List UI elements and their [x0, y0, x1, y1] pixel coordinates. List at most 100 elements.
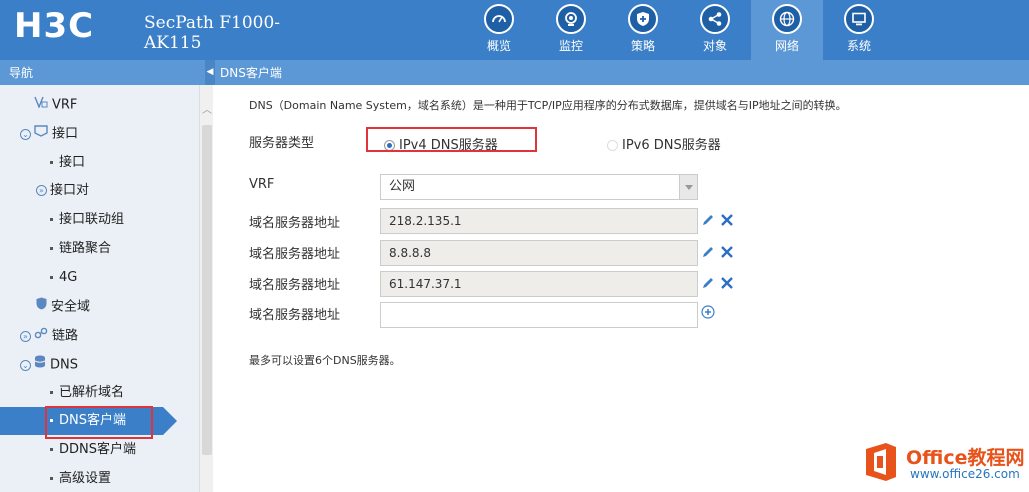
watermark: Office教程网 www.office26.com [862, 439, 1029, 492]
collapse-sidebar-button[interactable]: ◀ [205, 60, 215, 85]
sidebar-item-label: 接口联动组 [59, 212, 125, 227]
server-type-label: 服务器类型 [249, 136, 315, 151]
dns-server-field-4[interactable] [380, 302, 698, 328]
nav-objects-label: 对象 [702, 39, 727, 53]
sidebar-item-advanced-settings[interactable]: 高级设置 [50, 465, 111, 492]
sidebar-item-security-zone[interactable]: 安全域 [36, 293, 90, 321]
watermark-url: www.office26.com [910, 467, 1020, 481]
bullet-icon [50, 448, 53, 451]
scroll-up-icon[interactable]: ︿ [202, 101, 212, 116]
nav-system[interactable]: 系统 [823, 0, 895, 60]
sidebar-active-arrow [163, 407, 177, 435]
bullet-icon [50, 161, 53, 164]
highlight-box-sidebar [45, 406, 153, 439]
database-icon [34, 351, 46, 379]
expand-icon[interactable]: » [20, 330, 31, 342]
bullet-icon [50, 391, 53, 394]
sidebar-scrollbar[interactable]: ︿ [199, 85, 213, 492]
dns-server-field-2[interactable]: 8.8.8.8 [380, 240, 698, 266]
expand-icon[interactable]: ⌄ [20, 359, 31, 371]
sidebar-item-4g[interactable]: 4G [50, 264, 77, 292]
server-address-label-4: 域名服务器地址 [249, 308, 341, 323]
product-name-line2: AK115 [144, 33, 202, 53]
nav-objects[interactable]: 对象 [679, 0, 751, 60]
sidebar-item-interface-pair[interactable]: » 接口对 [36, 177, 89, 205]
delete-icon[interactable] [720, 245, 734, 259]
delete-icon[interactable] [720, 213, 734, 227]
bullet-icon [50, 477, 53, 480]
nav-monitor-label: 监控 [558, 39, 583, 53]
sidebar-item-interface[interactable]: 接口 [50, 149, 85, 177]
nav-system-label: 系统 [846, 39, 871, 53]
sidebar-item-label: 链路聚合 [59, 241, 112, 256]
bullet-icon [50, 276, 53, 279]
expand-icon[interactable]: » [36, 185, 47, 196]
sidebar-item-resolved-domains[interactable]: 已解析域名 [50, 379, 124, 407]
nav-heading: 导航 [9, 66, 34, 80]
sidebar-item-label: 已解析域名 [59, 385, 125, 400]
display-icon [844, 4, 874, 34]
vrf-label: VRF [249, 177, 275, 192]
sidebar-item-label: 接口 [59, 155, 86, 170]
edit-icon[interactable] [701, 213, 715, 227]
edit-icon[interactable] [701, 245, 715, 259]
server-address-label-1: 域名服务器地址 [249, 216, 341, 231]
title-bar: 导航 ◀ DNS客户端 [0, 60, 1029, 85]
monitor-icon [556, 4, 586, 34]
sidebar-item-label: 4G [59, 270, 78, 285]
sidebar-item-ddns-client[interactable]: DDNS客户端 [50, 436, 136, 464]
gauge-icon [484, 4, 514, 34]
nav-overview[interactable]: 概览 [463, 0, 535, 60]
share-icon [700, 4, 730, 34]
server-address-label-3: 域名服务器地址 [249, 278, 341, 293]
nav-overview-label: 概览 [486, 39, 511, 53]
sidebar-item-vrf[interactable]: VRF [34, 91, 77, 119]
nav-network[interactable]: 网络 [751, 0, 823, 60]
nav-policy[interactable]: 策略 [607, 0, 679, 60]
nav-policy-label: 策略 [630, 39, 655, 53]
expand-icon[interactable]: ⌄ [20, 128, 31, 140]
max-servers-note: 最多可以设置6个DNS服务器。 [249, 354, 401, 367]
office-logo-icon [866, 443, 896, 481]
top-header: H3C SecPath F1000- AK115 概览 监控 策略 对象 网络 … [0, 0, 1029, 60]
shield-icon [628, 4, 658, 34]
bullet-icon [50, 218, 53, 221]
sidebar-item-label: 链路 [52, 328, 79, 344]
sidebar-item-interface-linkage[interactable]: 接口联动组 [50, 206, 124, 234]
dns-description: DNS（Domain Name System，域名系统）是一种用于TCP/IP应… [249, 99, 847, 112]
sidebar-item-link-aggregation[interactable]: 链路聚合 [50, 235, 111, 263]
vrf-icon [34, 91, 48, 119]
edit-icon[interactable] [701, 276, 715, 290]
delete-icon[interactable] [720, 276, 734, 290]
nav-network-label: 网络 [774, 39, 799, 53]
shield-icon [36, 293, 47, 321]
sidebar-item-label: VRF [52, 97, 78, 113]
link-icon [34, 322, 48, 350]
dns-server-field-1[interactable]: 218.2.135.1 [380, 208, 698, 234]
sidebar-item-label: 安全域 [51, 299, 91, 315]
h3c-logo: H3C [14, 6, 95, 46]
chevron-down-icon[interactable] [679, 175, 697, 199]
highlight-box-ipv4 [366, 127, 537, 152]
nav-monitor[interactable]: 监控 [535, 0, 607, 60]
ipv6-dns-option[interactable]: IPv6 DNS服务器 [607, 134, 721, 153]
dns-server-field-3[interactable]: 61.147.37.1 [380, 271, 698, 297]
vrf-select[interactable]: 公网 [380, 174, 698, 200]
vrf-select-value: 公网 [389, 179, 416, 194]
product-name: SecPath F1000- AK115 [144, 13, 304, 53]
sidebar-item-interface-group[interactable]: ⌄ 接口 [20, 120, 78, 148]
scrollbar-thumb[interactable] [202, 125, 212, 455]
server-address-label-2: 域名服务器地址 [249, 247, 341, 262]
main-nav: 概览 监控 策略 对象 网络 系统 [463, 0, 895, 60]
sidebar-item-links[interactable]: » 链路 [20, 322, 78, 350]
watermark-title: Office教程网 [906, 447, 1025, 469]
globe-icon [772, 4, 802, 34]
add-icon[interactable] [701, 305, 715, 319]
sidebar-item-label: 接口 [52, 126, 79, 142]
bullet-icon [50, 247, 53, 250]
ipv6-dns-option-label: IPv6 DNS服务器 [622, 138, 721, 153]
sidebar-item-dns[interactable]: ⌄ DNS [20, 351, 78, 379]
radio-unchecked-icon[interactable] [607, 140, 618, 151]
page-title: DNS客户端 [220, 66, 282, 80]
interface-icon [34, 120, 48, 148]
